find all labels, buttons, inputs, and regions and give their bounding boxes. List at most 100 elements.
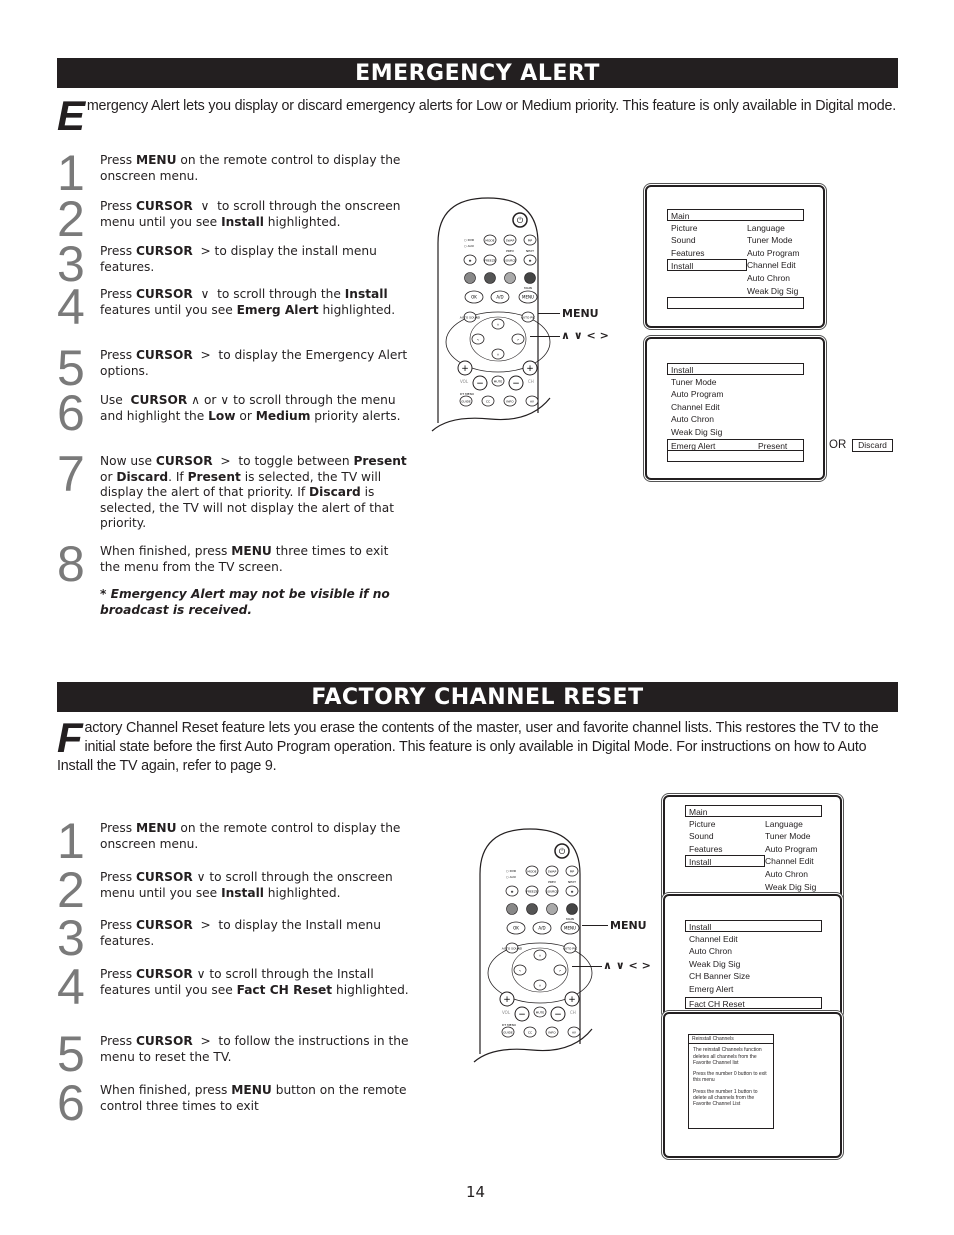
cursor-down-button-label: ∨ xyxy=(497,353,499,357)
ch-up-button-label: + xyxy=(526,364,534,374)
info-button-label: INFO xyxy=(548,1031,556,1035)
forward-button-label: ◉ xyxy=(571,890,574,894)
remote-control-illustration: ⏻ ○ DVD ○ AUX MODE SWAP PIP ◉ FREEZE SOURCE ◉ PREV… xyxy=(472,824,602,1064)
step-text: Press CURSOR ∨ to scroll through the Ins… xyxy=(100,967,409,997)
menu-item: Weak Dig Sig xyxy=(765,881,817,892)
dt-menu-label: DT MENU xyxy=(460,392,474,396)
step-text: Press CURSOR > to display the Install me… xyxy=(100,918,381,948)
step-number: 4 xyxy=(57,279,85,335)
menu-footer-bar xyxy=(667,297,804,309)
source-button-label: SOURCE xyxy=(504,259,516,263)
swap-button-label: SWAP xyxy=(548,870,557,874)
menu-item: Tuner Mode xyxy=(747,235,793,246)
menu-header: Main xyxy=(685,805,822,817)
step-text: Press CURSOR ∨ to scroll through the ons… xyxy=(100,199,401,229)
pip-button-label: PIP xyxy=(528,239,533,243)
ad-button-label: A/D xyxy=(496,295,503,300)
menu-item: Weak Dig Sig xyxy=(689,958,741,969)
freeze-button-label: FREEZE xyxy=(526,890,538,894)
rewind-button-label: ◉ xyxy=(511,890,514,894)
menu-item: Tuner Mode xyxy=(765,831,811,842)
dialog-paragraph: The reinstall Channels function deletes … xyxy=(693,1047,762,1066)
step-number: 5 xyxy=(57,1026,85,1082)
step-text: Press CURSOR > to display the install me… xyxy=(100,244,377,274)
pause-button-icon xyxy=(524,272,536,284)
rewind-button-label: ◉ xyxy=(469,259,472,263)
factory-reset-intro: F actory Channel Reset feature lets you … xyxy=(57,717,902,776)
callout-menu-label: MENU xyxy=(562,307,599,320)
intro-text: actory Channel Reset feature lets you er… xyxy=(57,720,879,774)
guide-button-label: GUIDE xyxy=(461,400,471,404)
menu-item: Auto Chron xyxy=(765,868,808,879)
menu-item-selected: Fact CH Reset xyxy=(685,997,822,1009)
page-number: 14 xyxy=(466,1183,486,1201)
menu-item: Emerg Alert xyxy=(689,983,734,994)
pause-button-icon xyxy=(566,903,578,915)
stop-button-icon xyxy=(506,903,518,915)
menu-item: Features xyxy=(689,843,723,854)
menu-item: Channel Edit xyxy=(765,856,814,867)
intro-text: mergency Alert lets you display or disca… xyxy=(86,98,897,114)
cursor-down-button-label: ∨ xyxy=(539,984,541,988)
vol-down-button-label: − xyxy=(518,1010,526,1020)
section-banner-emergency-alert: EMERGENCY ALERT xyxy=(57,58,898,88)
ch-label: CH xyxy=(570,1010,576,1015)
play-button-icon xyxy=(526,903,538,915)
menu-item: Channel Edit xyxy=(689,933,738,944)
dvd-indicator: ○ DVD xyxy=(464,238,475,242)
ch-up-button-label: + xyxy=(568,995,576,1005)
mute-button-label: MUTE xyxy=(494,380,503,384)
ch-label: CH xyxy=(528,379,534,384)
ch-down-button-label: − xyxy=(554,1010,562,1020)
ch-down-button-label: − xyxy=(512,379,520,389)
menu-button-label: MENU xyxy=(564,926,576,931)
step-number: 6 xyxy=(57,1075,85,1131)
menu-item: Install xyxy=(667,259,747,272)
aux-indicator: ○ AUX xyxy=(506,875,516,879)
remote-body-outline xyxy=(437,197,539,423)
step-number: 3 xyxy=(57,910,85,966)
step-number: 7 xyxy=(57,446,85,502)
ok-button-label: OK xyxy=(471,295,477,300)
menu-item: Auto Chron xyxy=(747,272,790,283)
forward-button-label: ◉ xyxy=(529,259,532,263)
stop-button-icon xyxy=(464,272,476,284)
vol-up-button-label: + xyxy=(503,995,511,1005)
step-text: When finished, press MENU three times to… xyxy=(100,544,389,574)
step-text: Now use CURSOR > to toggle between Prese… xyxy=(100,454,407,530)
menu-item: Auto Chron xyxy=(671,414,714,425)
menu-item: Language xyxy=(747,222,785,233)
callout-line-menu xyxy=(538,313,560,314)
menu-item: Tuner Mode xyxy=(671,376,717,387)
auto-pic-button-label: AUTO PIC xyxy=(563,947,577,951)
discard-option-box: Discard xyxy=(852,439,893,452)
prev-label: PREV xyxy=(548,880,557,884)
step-number: 8 xyxy=(57,536,85,592)
emergency-alert-note: * Emergency Alert may not be visible if … xyxy=(100,587,390,617)
dt-menu-label: DT MENU xyxy=(502,1023,516,1027)
source-button-label: SOURCE xyxy=(546,890,558,894)
menu-header: Install xyxy=(685,920,822,932)
menu-item: Features xyxy=(671,247,705,258)
auto-sound-button-label: AUTO SOUND xyxy=(502,947,523,951)
vol-label: VOL xyxy=(460,379,469,384)
menu-item: Sound xyxy=(689,831,714,842)
step-text: Press MENU on the remote control to disp… xyxy=(100,153,401,183)
menu-item: Weak Dig Sig xyxy=(671,426,723,437)
callout-line-menu xyxy=(582,925,608,926)
reinstall-dialog: Reinstall Channels The reinstall Channel… xyxy=(688,1034,774,1129)
main-label: MAIN xyxy=(524,286,532,290)
next-label: NEXT xyxy=(526,249,534,253)
cc-button-label: CC xyxy=(486,400,490,404)
vol-up-button-label: + xyxy=(461,364,469,374)
auto-pic-button-label: AUTO PIC xyxy=(521,316,535,320)
step-text: Press CURSOR > to display the Emergency … xyxy=(100,348,408,378)
menu-item: Picture xyxy=(671,222,698,233)
callout-cursor-label: ∧ ∨ < > xyxy=(561,329,609,342)
record-button-icon xyxy=(546,903,558,915)
menu-item: Weak Dig Sig xyxy=(747,285,799,296)
play-button-icon xyxy=(484,272,496,284)
callout-cursor-label: ∧ ∨ < > xyxy=(603,959,651,972)
vol-label: VOL xyxy=(502,1010,511,1015)
drop-cap: E xyxy=(57,92,85,139)
